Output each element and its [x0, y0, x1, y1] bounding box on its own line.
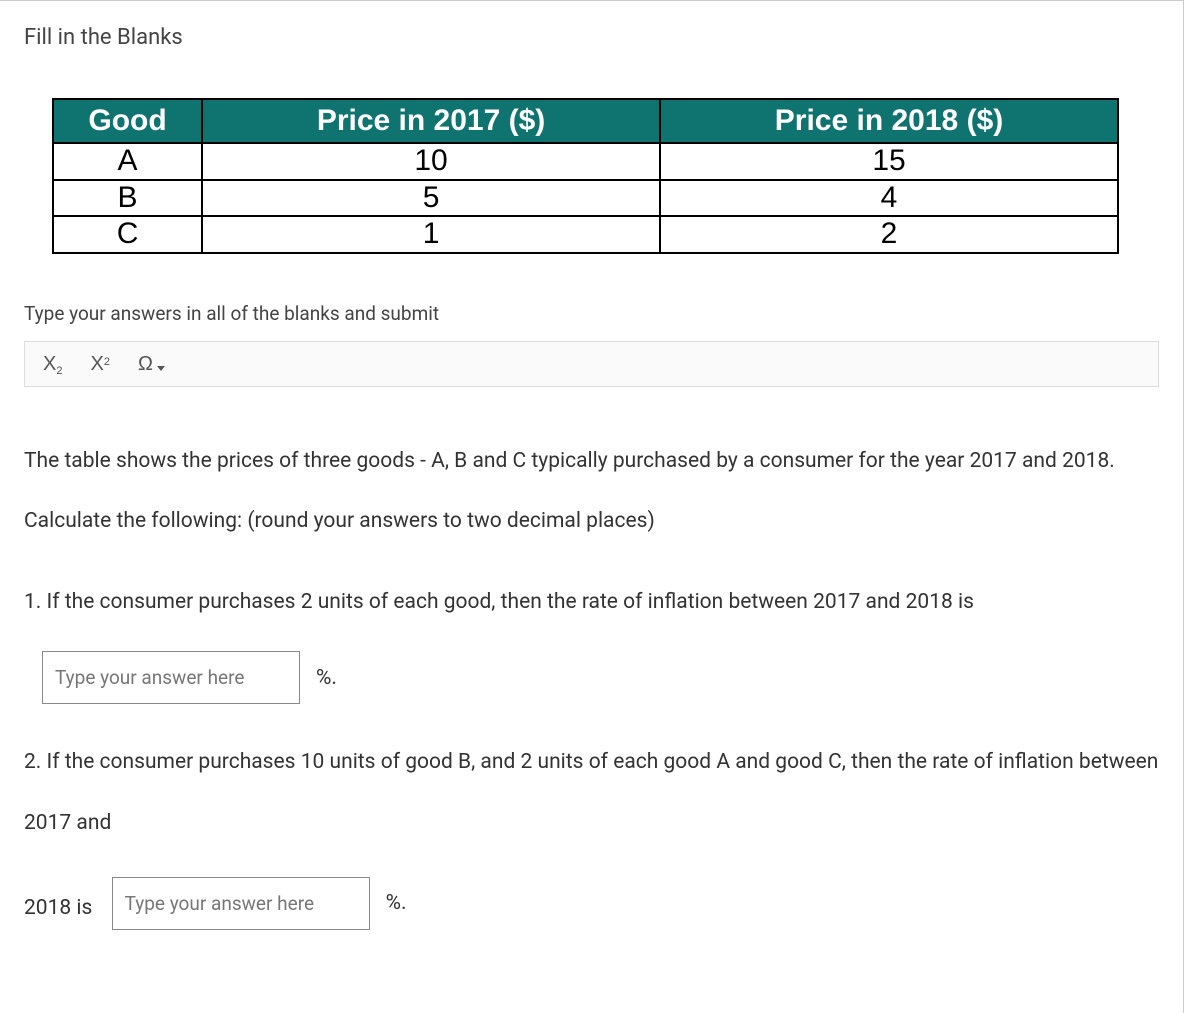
col-header-good: Good	[53, 99, 202, 143]
question-2-unit: %.	[386, 872, 407, 935]
question-2-prefix: 2018 is	[24, 896, 92, 920]
col-header-2018: Price in 2018 ($)	[660, 99, 1118, 143]
cell-good: C	[53, 216, 202, 253]
cell-2018: 15	[660, 143, 1118, 180]
question-2-text: 2. If the consumer purchases 10 units of…	[24, 732, 1159, 854]
omega-icon: Ω	[138, 354, 153, 374]
superscript-2: 2	[104, 357, 110, 368]
question-2-continuation: 2018 is %.	[24, 854, 1159, 963]
table-header-row: Good Price in 2017 ($) Price in 2018 ($)	[53, 99, 1118, 143]
table-row: A 10 15	[53, 143, 1118, 180]
symbol-omega-button[interactable]: Ω	[138, 354, 165, 374]
superscript-x: X	[90, 354, 103, 374]
cell-2017: 10	[202, 143, 660, 180]
question-2-answer-row: %.	[112, 872, 407, 935]
table-row: B 5 4	[53, 180, 1118, 217]
question-body-text: The table shows the prices of three good…	[24, 431, 1159, 553]
superscript-button[interactable]: X2	[90, 354, 109, 374]
subscript-x: X	[43, 354, 56, 374]
chevron-down-icon	[157, 366, 165, 371]
instruction-text: Type your answers in all of the blanks a…	[24, 302, 1159, 325]
question-2-input[interactable]	[112, 877, 370, 930]
cell-2018: 2	[660, 216, 1118, 253]
cell-2017: 1	[202, 216, 660, 253]
cell-good: B	[53, 180, 202, 217]
question-1-unit: %.	[316, 666, 337, 690]
question-type-title: Fill in the Blanks	[24, 25, 1159, 50]
cell-good: A	[53, 143, 202, 180]
subscript-button[interactable]: X2	[43, 354, 62, 374]
question-1-answer-row: %.	[42, 651, 1159, 704]
col-header-2017: Price in 2017 ($)	[202, 99, 660, 143]
price-table: Good Price in 2017 ($) Price in 2018 ($)…	[52, 98, 1119, 254]
question-1-text: 1. If the consumer purchases 2 units of …	[24, 572, 1159, 633]
formatting-toolbar: X2 X2 Ω	[24, 341, 1159, 387]
price-table-wrap: Good Price in 2017 ($) Price in 2018 ($)…	[52, 98, 1119, 254]
subscript-2: 2	[56, 366, 62, 377]
cell-2017: 5	[202, 180, 660, 217]
table-row: C 1 2	[53, 216, 1118, 253]
cell-2018: 4	[660, 180, 1118, 217]
question-1-input[interactable]	[42, 651, 300, 704]
